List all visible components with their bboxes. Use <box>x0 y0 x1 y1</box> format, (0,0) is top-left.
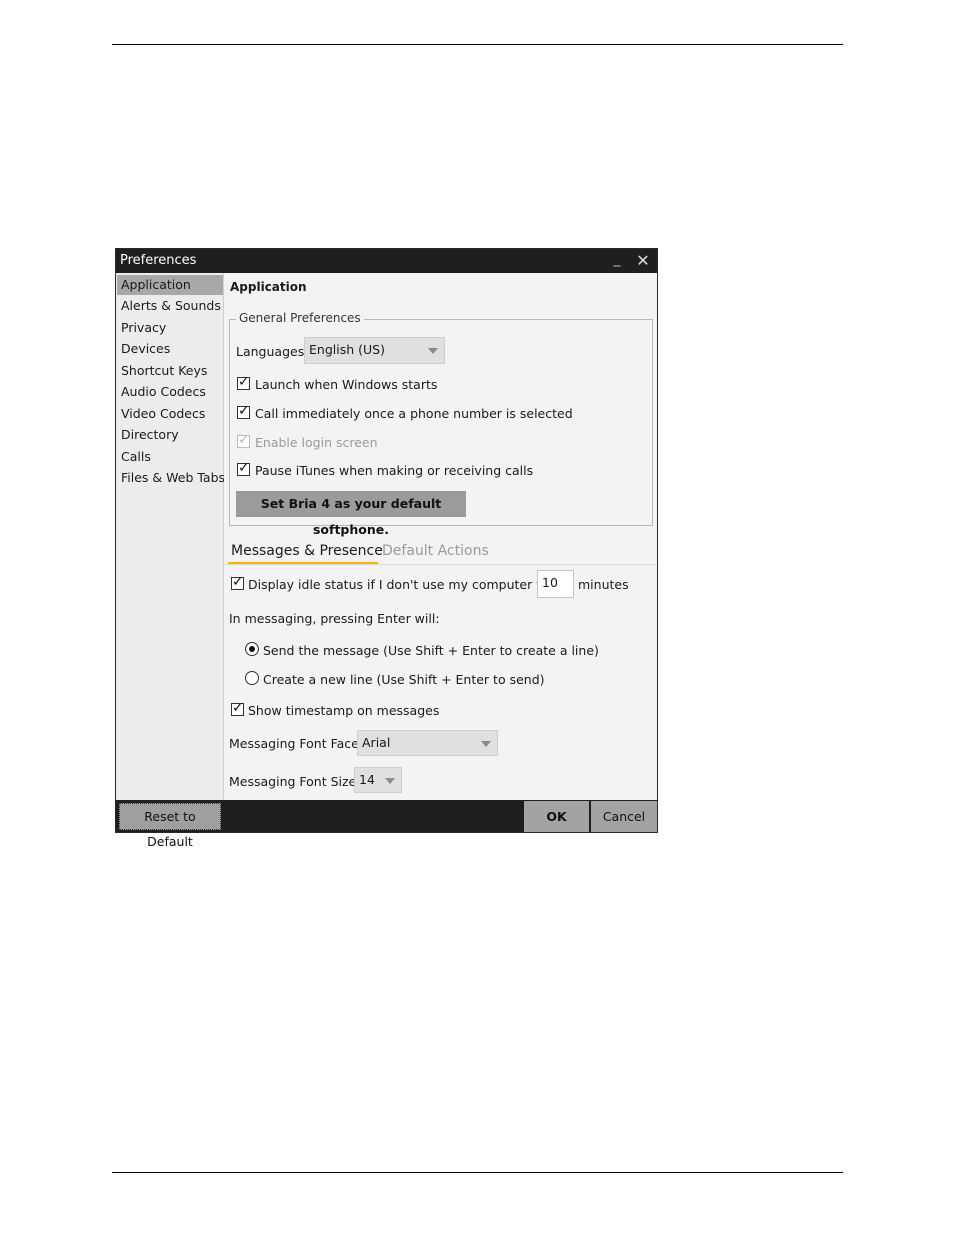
page-bottom-rule <box>112 1172 843 1173</box>
sidebar-item-application[interactable]: Application <box>117 275 223 295</box>
sidebar: Application Alerts & Sounds Privacy Devi… <box>116 273 225 800</box>
set-default-softphone-button[interactable]: Set Bria 4 as your default softphone. <box>236 491 466 537</box>
launch-checkbox[interactable]: ✓ <box>237 374 250 390</box>
content-pane: Application General Preferences Language… <box>224 273 657 800</box>
font-face-value: Arial <box>362 735 391 750</box>
tab-messages-presence[interactable]: Messages & Presence <box>231 542 383 560</box>
font-face-label: Messaging Font Face: <box>229 736 364 751</box>
languages-label: Languages: <box>236 344 309 359</box>
font-size-value: 14 <box>359 772 375 787</box>
preferences-window: Preferences _ ✕ Application Alerts & Sou… <box>115 248 658 849</box>
timestamp-label: Show timestamp on messages <box>248 703 440 718</box>
languages-select-value: English (US) <box>309 342 385 357</box>
chevron-down-icon <box>428 348 438 354</box>
call-immediately-label: Call immediately once a phone number is … <box>255 406 573 421</box>
idle-status-checkbox[interactable]: ✓ <box>231 574 244 590</box>
cancel-button[interactable]: Cancel <box>591 801 657 832</box>
checkmark-icon: ✓ <box>238 460 250 476</box>
page-top-rule <box>112 44 843 45</box>
radio-send-message[interactable] <box>245 642 259 656</box>
page-title: Application <box>230 280 307 294</box>
sidebar-item-audio-codecs[interactable]: Audio Codecs <box>117 382 223 402</box>
pause-itunes-checkbox[interactable]: ✓ <box>237 460 250 476</box>
font-size-select[interactable]: 14 <box>354 767 402 793</box>
login-screen-label: Enable login screen <box>255 435 378 450</box>
pause-itunes-label: Pause iTunes when making or receiving ca… <box>255 463 534 478</box>
tab-default-actions[interactable]: Default Actions <box>382 542 489 560</box>
sidebar-item-alerts-sounds[interactable]: Alerts & Sounds <box>117 296 223 316</box>
sidebar-item-shortcut-keys[interactable]: Shortcut Keys <box>117 361 223 381</box>
ok-button[interactable]: OK <box>524 801 589 832</box>
radio-selected-dot <box>249 646 255 652</box>
font-face-select[interactable]: Arial <box>357 730 498 756</box>
checkmark-icon: ✓ <box>238 403 250 419</box>
enter-behavior-label: In messaging, pressing Enter will: <box>229 611 440 626</box>
footer-bar: Reset to Default OK Cancel <box>116 800 657 849</box>
login-screen-checkbox: ✓ <box>237 432 250 448</box>
languages-select[interactable]: English (US) <box>304 337 445 364</box>
timestamp-checkbox[interactable]: ✓ <box>231 700 244 716</box>
idle-unit-label: minutes <box>578 577 629 592</box>
radio-newline-label: Create a new line (Use Shift + Enter to … <box>263 672 545 687</box>
sidebar-item-directory[interactable]: Directory <box>117 425 223 445</box>
launch-label: Launch when Windows starts <box>255 377 438 392</box>
call-immediately-checkbox[interactable]: ✓ <box>237 403 250 419</box>
active-tab-indicator <box>228 562 378 564</box>
radio-new-line[interactable] <box>245 671 259 685</box>
group-legend: General Preferences <box>236 311 364 325</box>
tab-bar: Messages & Presence Default Actions <box>224 542 657 565</box>
sidebar-item-files-web-tabs[interactable]: Files & Web Tabs <box>117 468 225 488</box>
checkmark-icon: ✓ <box>232 574 244 590</box>
sidebar-item-devices[interactable]: Devices <box>117 339 223 359</box>
title-bar: Preferences _ ✕ <box>116 249 657 273</box>
minimize-icon[interactable]: _ <box>608 249 626 273</box>
checkmark-icon: ✓ <box>238 374 250 390</box>
chevron-down-icon <box>385 778 395 784</box>
checkmark-icon: ✓ <box>238 432 250 448</box>
sidebar-item-video-codecs[interactable]: Video Codecs <box>117 404 223 424</box>
window-title: Preferences <box>120 253 197 268</box>
idle-status-label: Display idle status if I don't use my co… <box>248 577 558 592</box>
sidebar-item-calls[interactable]: Calls <box>117 447 223 467</box>
chevron-down-icon <box>481 741 491 747</box>
radio-send-label: Send the message (Use Shift + Enter to c… <box>263 643 599 658</box>
idle-minutes-input[interactable]: 10 <box>537 570 574 598</box>
reset-to-default-button[interactable]: Reset to Default <box>119 803 221 849</box>
font-size-label: Messaging Font Size: <box>229 774 361 789</box>
close-icon[interactable]: ✕ <box>632 249 654 273</box>
sidebar-item-privacy[interactable]: Privacy <box>117 318 223 338</box>
checkmark-icon: ✓ <box>232 700 244 716</box>
